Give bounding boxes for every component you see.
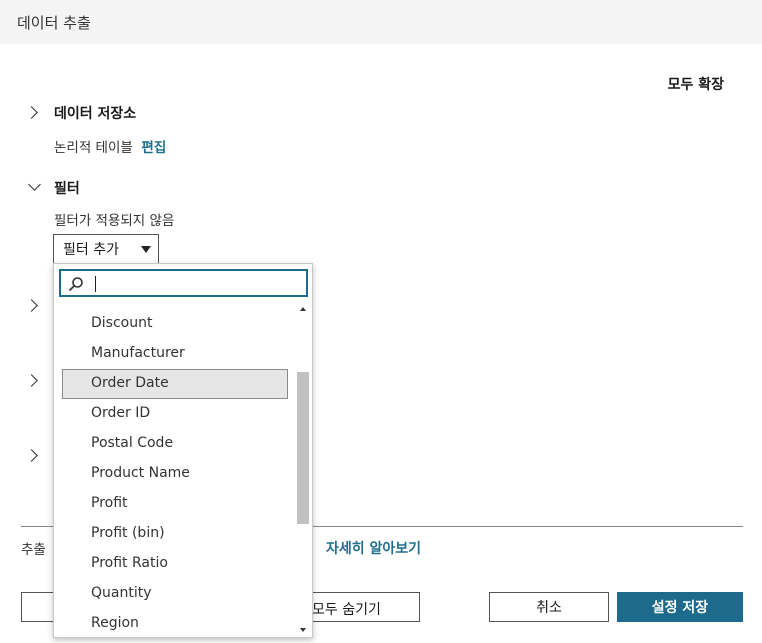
chevron-right-icon[interactable] (25, 449, 38, 462)
save-settings-button[interactable]: 설정 저장 (617, 592, 743, 622)
field-list: Discount Manufacturer Order Date Order I… (54, 304, 295, 637)
chevron-right-icon[interactable] (25, 106, 38, 119)
data-storage-subtitle: 논리적 테이블 편집 (54, 136, 166, 156)
scroll-up-arrow-icon[interactable] (300, 307, 306, 311)
section-title-data-storage[interactable]: 데이터 저장소 (54, 103, 136, 123)
list-item[interactable]: Profit Ratio (62, 549, 288, 579)
list-item[interactable]: Profit (62, 489, 288, 519)
list-item[interactable]: Order ID (62, 399, 288, 429)
list-item[interactable]: Postal Code (62, 429, 288, 459)
search-icon (68, 277, 83, 292)
dialog-titlebar: 데이터 추출 (0, 0, 762, 44)
list-item[interactable]: Product Name (62, 459, 288, 489)
chevron-down-icon[interactable] (28, 178, 41, 191)
list-item[interactable]: Profit (bin) (62, 519, 288, 549)
list-item[interactable]: Region (62, 609, 288, 637)
cancel-button[interactable]: 취소 (489, 592, 609, 622)
learn-more-link[interactable]: 자세히 알아보기 (326, 538, 421, 558)
scroll-down-arrow-icon[interactable] (300, 628, 306, 632)
add-filter-button[interactable]: 필터 추가 (53, 234, 159, 264)
dialog-title: 데이터 추출 (17, 14, 91, 32)
list-item[interactable]: Manufacturer (62, 339, 288, 369)
text-caret (95, 276, 96, 292)
caret-down-icon (141, 246, 151, 253)
chevron-right-icon[interactable] (25, 374, 38, 387)
filter-status-text: 필터가 적용되지 않음 (54, 213, 175, 229)
list-item[interactable]: Discount (62, 309, 288, 339)
filter-field-dropdown: Discount Manufacturer Order Date Order I… (53, 263, 313, 638)
expand-all-button[interactable]: 모두 확장 (668, 74, 724, 94)
add-filter-label: 필터 추가 (63, 242, 119, 258)
logical-table-label: 논리적 테이블 (54, 140, 133, 156)
scrollbar-thumb[interactable] (297, 372, 309, 524)
hide-all-label: 모두 숨기기 (312, 602, 381, 618)
footer-text: 추출 (21, 542, 46, 558)
chevron-right-icon[interactable] (25, 299, 38, 312)
edit-link[interactable]: 편집 (141, 140, 166, 156)
section-title-filters[interactable]: 필터 (54, 178, 80, 198)
list-item[interactable]: Quantity (62, 579, 288, 609)
list-item[interactable]: Order Date (62, 369, 288, 399)
dropdown-scrollbar[interactable] (295, 304, 312, 637)
field-search-input[interactable] (91, 273, 301, 293)
field-search-box[interactable] (59, 269, 308, 297)
